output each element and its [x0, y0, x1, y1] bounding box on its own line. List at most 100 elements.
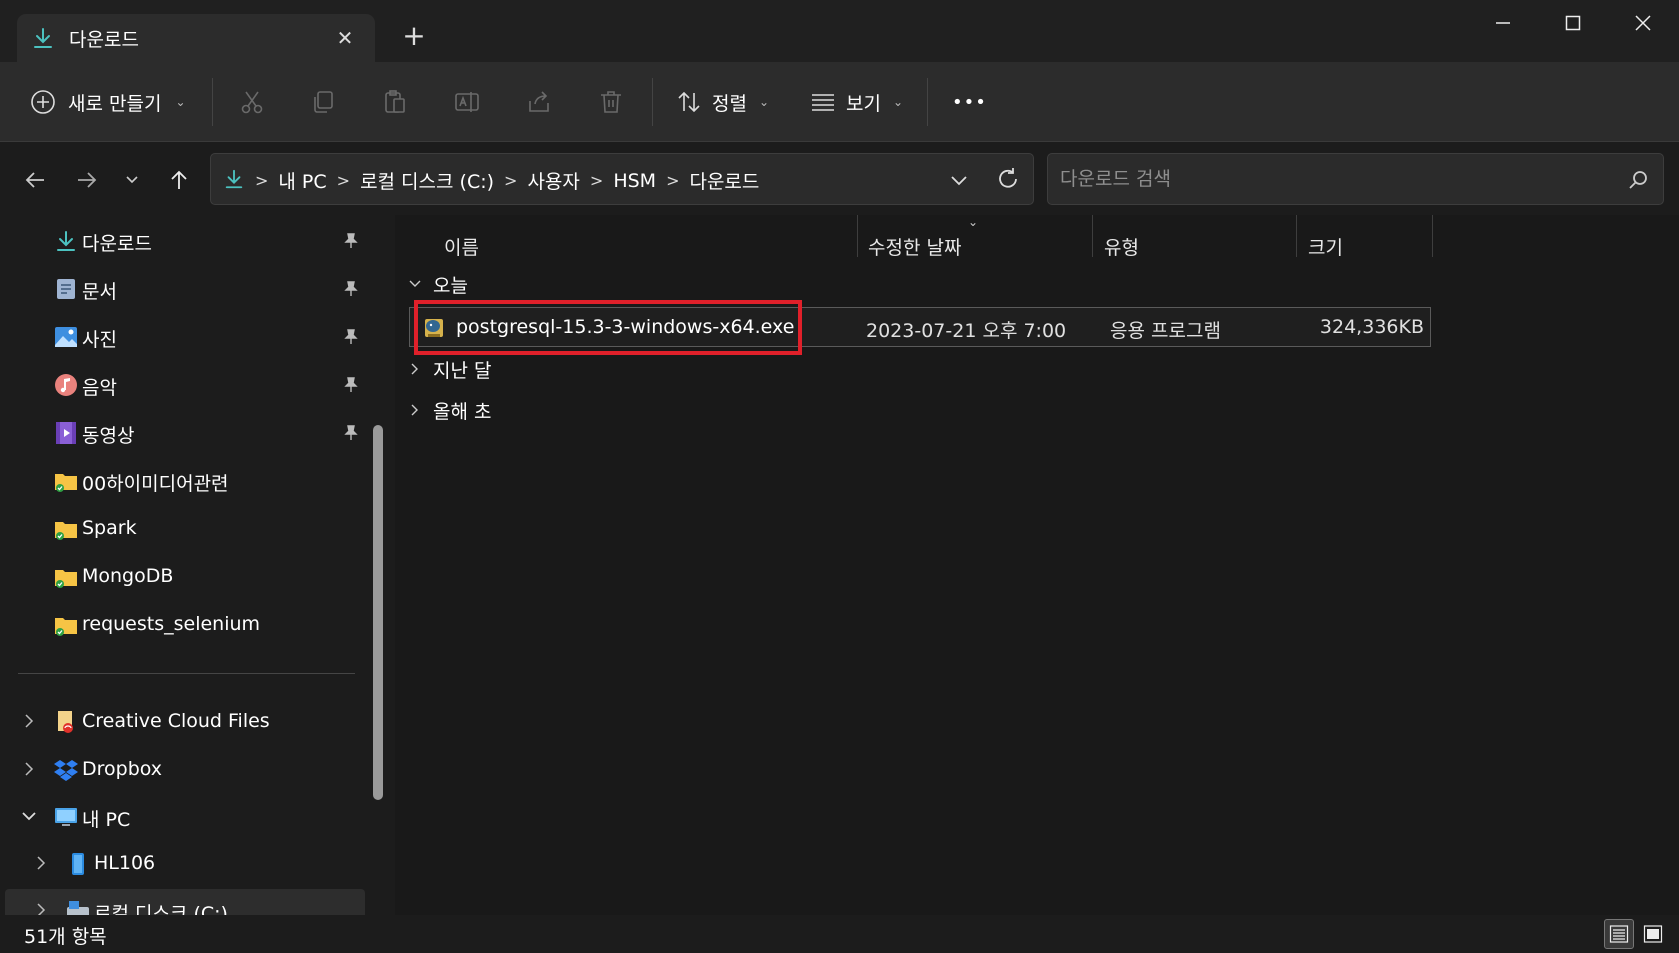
breadcrumb-item[interactable]: 내 PC — [278, 167, 326, 194]
refresh-icon[interactable] — [995, 166, 1021, 192]
column-divider[interactable] — [1432, 215, 1433, 257]
maximize-button[interactable] — [1538, 0, 1608, 46]
pin-icon[interactable] — [342, 232, 360, 250]
forward-button[interactable] — [70, 163, 104, 197]
share-button[interactable] — [523, 86, 555, 118]
sidebar-item-creative-cloud[interactable]: Creative Cloud Files — [0, 700, 370, 744]
divider — [212, 78, 213, 126]
search-box[interactable] — [1047, 153, 1664, 205]
cut-icon — [241, 91, 263, 114]
address-bar[interactable]: > 내 PC > 로컬 디스크 (C:) > 사용자 > HSM > 다운로드 — [210, 153, 1034, 205]
breadcrumb-separator[interactable]: > — [504, 171, 517, 190]
pin-icon[interactable] — [342, 280, 360, 298]
sidebar-item-label: Creative Cloud Files — [82, 710, 270, 732]
chevron-right-icon[interactable] — [20, 712, 38, 730]
pin-icon[interactable] — [342, 424, 360, 442]
chevron-down-icon[interactable] — [947, 168, 971, 192]
column-label: 크기 — [1308, 237, 1343, 259]
sidebar-item-label: 음악 — [82, 377, 117, 399]
column-header-type[interactable]: 유형 — [1093, 225, 1296, 265]
recent-locations-button[interactable] — [115, 163, 149, 197]
sidebar-item-label: 로컬 디스크 (C:) — [94, 903, 228, 915]
more-options-button[interactable]: ••• — [952, 84, 987, 120]
cut-button[interactable] — [236, 86, 268, 118]
breadcrumb-separator[interactable]: > — [337, 171, 350, 190]
copy-button[interactable] — [307, 86, 339, 118]
download-icon — [57, 231, 75, 251]
breadcrumb-item[interactable]: 로컬 디스크 (C:) — [360, 167, 494, 194]
arrow-left-icon — [25, 172, 44, 188]
breadcrumb: > 내 PC > 로컬 디스크 (C:) > 사용자 > HSM > 다운로드 — [255, 167, 759, 194]
share-icon — [529, 91, 549, 112]
folder-icon — [55, 618, 77, 636]
column-header-modified[interactable]: 수정한 날짜 — [858, 225, 1092, 265]
sidebar-item-videos[interactable]: 동영상 — [0, 411, 370, 455]
sidebar-item-dropbox[interactable]: Dropbox — [0, 748, 370, 792]
breadcrumb-item[interactable]: 사용자 — [527, 167, 579, 194]
delete-button[interactable] — [595, 86, 627, 118]
pin-icon[interactable] — [342, 328, 360, 346]
sidebar-item-label: 다운로드 — [82, 233, 152, 255]
chevron-down-icon[interactable] — [20, 807, 38, 825]
view-button[interactable]: 보기 ⌄ — [810, 84, 903, 120]
new-tab-button[interactable]: + — [397, 20, 431, 54]
group-header-early-year[interactable]: 올해 초 — [407, 395, 491, 425]
tab-downloads[interactable]: 다운로드 ✕ — [17, 14, 375, 62]
chevron-right-icon — [411, 363, 418, 375]
sidebar-item-downloads[interactable]: 다운로드 — [0, 219, 370, 263]
pin-icon[interactable] — [342, 376, 360, 394]
minimize-icon — [1496, 22, 1510, 24]
sidebar-item-local-disk[interactable]: 로컬 디스크 (C:) — [0, 889, 370, 915]
paste-button[interactable] — [379, 86, 411, 118]
close-tab-icon[interactable]: ✕ — [331, 24, 359, 52]
video-icon — [56, 422, 76, 444]
sidebar-item-drive[interactable]: HL106 — [0, 842, 370, 886]
sort-button[interactable]: 정렬 ⌄ — [676, 84, 769, 120]
details-view-button[interactable] — [1604, 919, 1634, 949]
minimize-button[interactable] — [1468, 0, 1538, 46]
group-header-last-month[interactable]: 지난 달 — [407, 354, 491, 384]
sidebar-item-label: MongoDB — [82, 565, 174, 587]
close-window-button[interactable] — [1608, 0, 1678, 46]
sidebar-item-this-pc[interactable]: 내 PC — [0, 795, 370, 839]
breadcrumb-separator[interactable]: > — [666, 171, 679, 190]
drive-icon — [72, 853, 84, 875]
column-header-name[interactable]: 이름 — [395, 225, 858, 265]
sidebar-item-label: Spark — [82, 517, 137, 539]
chevron-right-icon[interactable] — [20, 760, 38, 778]
view-label: 보기 — [846, 92, 881, 115]
sidebar-item-folder[interactable]: MongoDB — [0, 555, 370, 599]
sidebar-item-label: 동영상 — [82, 425, 135, 447]
divider — [652, 78, 653, 126]
close-icon — [1635, 15, 1651, 31]
divider — [927, 78, 928, 126]
sidebar-item-label: Dropbox — [82, 758, 163, 780]
up-button[interactable] — [162, 163, 196, 197]
item-count: 51개 항목 — [24, 926, 107, 948]
column-header-size[interactable]: 크기 — [1297, 225, 1432, 265]
sidebar-scrollbar[interactable] — [373, 425, 383, 800]
breadcrumb-separator[interactable]: > — [255, 171, 268, 190]
sidebar-item-label: 문서 — [82, 281, 117, 303]
sidebar-item-pictures[interactable]: 사진 — [0, 315, 370, 359]
back-button[interactable] — [18, 163, 52, 197]
dropbox-icon — [54, 760, 78, 781]
rename-button[interactable] — [451, 86, 483, 118]
chevron-right-icon[interactable] — [32, 854, 50, 872]
group-header-today[interactable]: 오늘 — [407, 269, 468, 299]
sidebar-item-music[interactable]: 음악 — [0, 363, 370, 407]
sidebar-item-folder[interactable]: requests_selenium — [0, 603, 370, 647]
chevron-right-icon[interactable] — [32, 901, 50, 915]
sidebar-item-folder[interactable]: Spark — [0, 507, 370, 551]
breadcrumb-item[interactable]: 다운로드 — [689, 167, 759, 194]
breadcrumb-separator[interactable]: > — [590, 171, 603, 190]
tab-title: 다운로드 — [69, 29, 139, 51]
sidebar-item-folder[interactable]: 00하이미디어관련 — [0, 459, 370, 503]
maximize-icon — [1565, 15, 1581, 31]
tiles-view-button[interactable] — [1638, 919, 1668, 949]
new-button[interactable]: 새로 만들기 ⌄ — [30, 84, 186, 120]
sidebar-item-documents[interactable]: 문서 — [0, 267, 370, 311]
search-icon[interactable] — [1626, 168, 1650, 192]
search-input[interactable] — [1060, 166, 1600, 192]
breadcrumb-item[interactable]: HSM — [613, 170, 656, 192]
